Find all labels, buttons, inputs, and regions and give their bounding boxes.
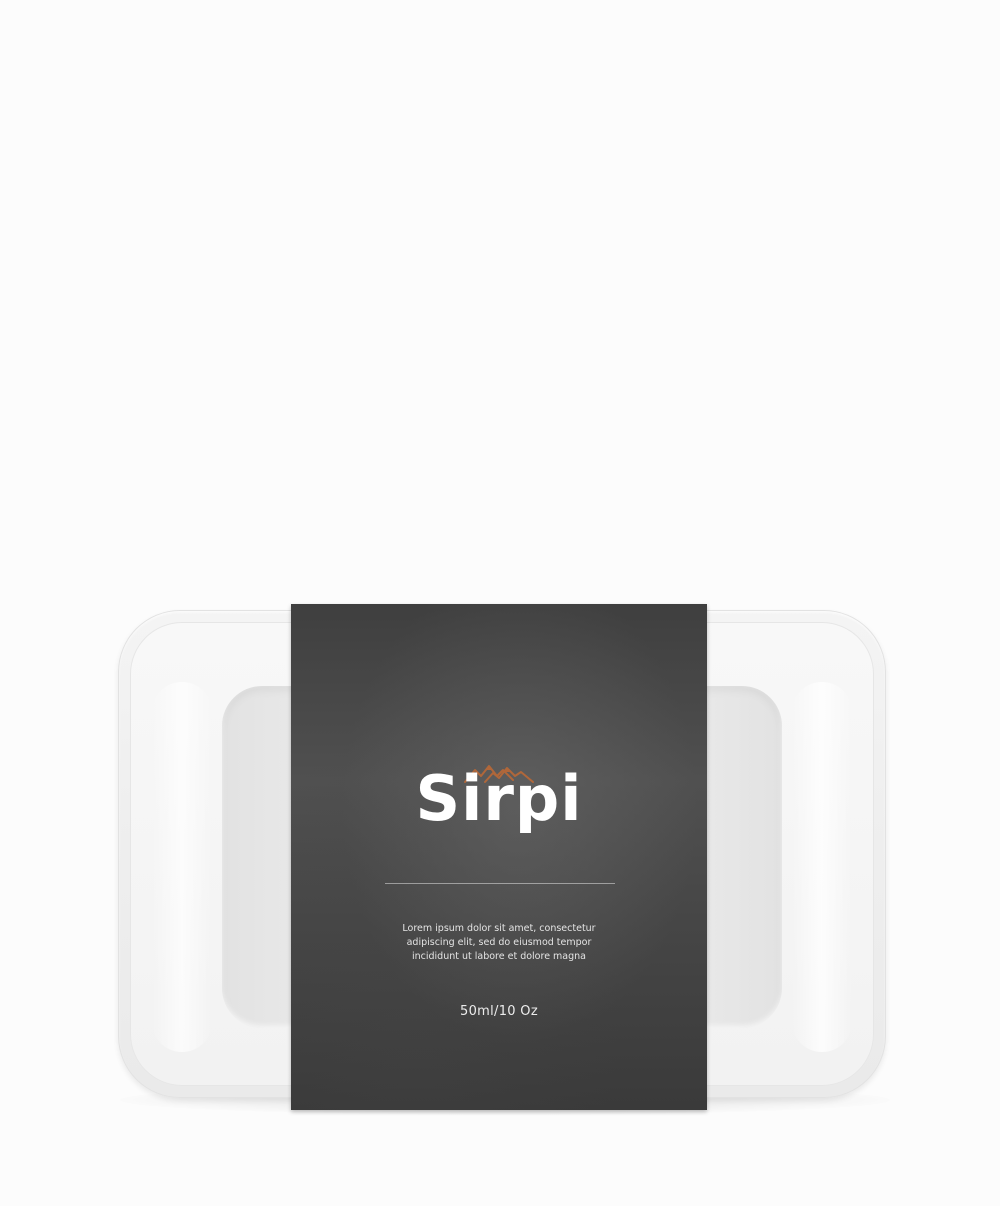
product-volume: 50ml/10 Oz (460, 1004, 538, 1019)
brand-name: Sirpi (415, 762, 583, 835)
product-scene: Sirpi Lorem ipsum dolor sit amet, consec… (0, 0, 1000, 1206)
product-description: Lorem ipsum dolor sit amet, consectetur … (402, 923, 596, 962)
tray-highlight-right (792, 682, 852, 1052)
paper-sleeve: Sirpi Lorem ipsum dolor sit amet, consec… (291, 604, 707, 1110)
tray-highlight-left (152, 682, 212, 1052)
divider-line (385, 883, 615, 884)
